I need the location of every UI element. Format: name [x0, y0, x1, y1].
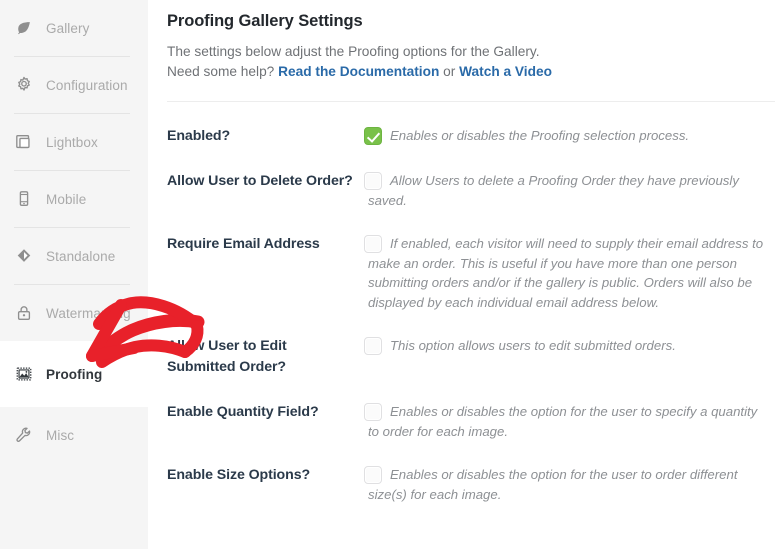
setting-row: Allow User to Delete Order? Allow Users t… — [167, 147, 767, 210]
sidebar-item-standalone[interactable]: Standalone — [0, 228, 148, 284]
checkbox-enabled[interactable] — [364, 127, 382, 145]
main-content: Proofing Gallery Settings The settings b… — [148, 0, 775, 549]
image-frame-icon — [14, 364, 34, 384]
intro-line-1: The settings below adjust the Proofing o… — [167, 44, 540, 59]
setting-label-require-email-address: Require Email Address — [167, 236, 320, 252]
sidebar-item-proofing[interactable]: Proofing — [0, 346, 148, 402]
setting-control: This option allows users to edit submitt… — [364, 336, 767, 356]
wrench-icon — [14, 425, 34, 445]
checkbox-enable-quantity-field[interactable] — [364, 403, 382, 421]
intro-help-prefix: Need some help? — [167, 64, 275, 79]
leaf-icon — [14, 18, 34, 38]
setting-label-enable-quantity-field: Enable Quantity Field? — [167, 404, 319, 420]
sidebar-item-label: Standalone — [46, 248, 116, 264]
setting-row: Enabled? Enables or disables the Proofing… — [167, 102, 767, 147]
sidebar-item-label: Misc — [46, 427, 75, 443]
settings-page: Gallery Configuration Lightbox Mobile Standa… — [0, 0, 775, 549]
watch-video-link[interactable]: Watch a Video — [459, 64, 552, 79]
setting-control: If enabled, each visitor will need to su… — [364, 234, 767, 312]
sidebar-item-lightbox[interactable]: Lightbox — [0, 114, 148, 170]
sidebar-item-configuration[interactable]: Configuration — [0, 57, 148, 113]
setting-label-allow-user-to-edit-submitted-order: Allow User to Edit Submitted Order? — [167, 338, 287, 375]
sidebar-item-label: Lightbox — [46, 134, 98, 150]
settings-list: Enabled? Enables or disables the Proofing… — [167, 102, 767, 504]
setting-row: Enable Size Options? Enables or disables … — [167, 441, 767, 504]
link-separator: or — [443, 64, 456, 79]
sidebar-item-misc[interactable]: Misc — [0, 407, 148, 463]
setting-row: Allow User to Edit Submitted Order? This … — [167, 312, 767, 378]
setting-row: Require Email Address If enabled, each vi… — [167, 210, 767, 312]
checkbox-enable-size-options[interactable] — [364, 466, 382, 484]
mobile-icon — [14, 189, 34, 209]
sidebar-item-label: Mobile — [46, 191, 87, 207]
sidebar-item-gallery[interactable]: Gallery — [0, 0, 148, 56]
setting-description: Allow Users to delete a Proofing Order t… — [368, 173, 739, 208]
setting-description: This option allows users to edit submitt… — [390, 338, 676, 353]
setting-control: Allow Users to delete a Proofing Order t… — [364, 171, 767, 210]
sidebar-nav: Gallery Configuration Lightbox Mobile Standa… — [0, 0, 148, 549]
setting-description: If enabled, each visitor will need to su… — [368, 236, 764, 310]
setting-label-allow-user-to-delete-order: Allow User to Delete Order? — [167, 173, 353, 189]
lightbox-icon — [14, 132, 34, 152]
sidebar-item-list: Gallery Configuration Lightbox Mobile Standa… — [0, 0, 148, 463]
sidebar-item-label: Watermarking — [46, 305, 131, 321]
sidebar-item-label: Proofing — [46, 366, 103, 382]
lock-icon — [14, 303, 34, 323]
sidebar-item-mobile[interactable]: Mobile — [0, 171, 148, 227]
checkbox-allow-user-to-edit-submitted-order[interactable] — [364, 337, 382, 355]
content-inner: Proofing Gallery Settings The settings b… — [148, 0, 775, 504]
checkbox-require-email-address[interactable] — [364, 235, 382, 253]
sidebar-item-label: Configuration — [46, 77, 128, 93]
sidebar-item-watermarking[interactable]: Watermarking — [0, 285, 148, 341]
setting-control: Enables or disables the Proofing selecti… — [364, 126, 767, 146]
gear-icon — [14, 75, 34, 95]
intro-line-2: Need some help? Read the Documentation o… — [167, 62, 767, 82]
setting-description: Enables or disables the Proofing selecti… — [390, 128, 690, 143]
setting-description: Enables or disables the option for the u… — [368, 404, 758, 439]
diamond-icon — [14, 246, 34, 266]
setting-label-enabled: Enabled? — [167, 128, 231, 144]
sidebar-item-label: Gallery — [46, 20, 90, 36]
setting-control: Enables or disables the option for the u… — [364, 402, 767, 441]
setting-row: Enable Quantity Field? Enables or disable… — [167, 378, 767, 441]
setting-control: Enables or disables the option for the u… — [364, 465, 767, 504]
checkbox-allow-user-to-delete-order[interactable] — [364, 172, 382, 190]
page-title: Proofing Gallery Settings — [167, 12, 363, 30]
setting-description: Enables or disables the option for the u… — [368, 467, 738, 502]
documentation-link[interactable]: Read the Documentation — [278, 64, 439, 79]
setting-label-enable-size-options: Enable Size Options? — [167, 467, 311, 483]
